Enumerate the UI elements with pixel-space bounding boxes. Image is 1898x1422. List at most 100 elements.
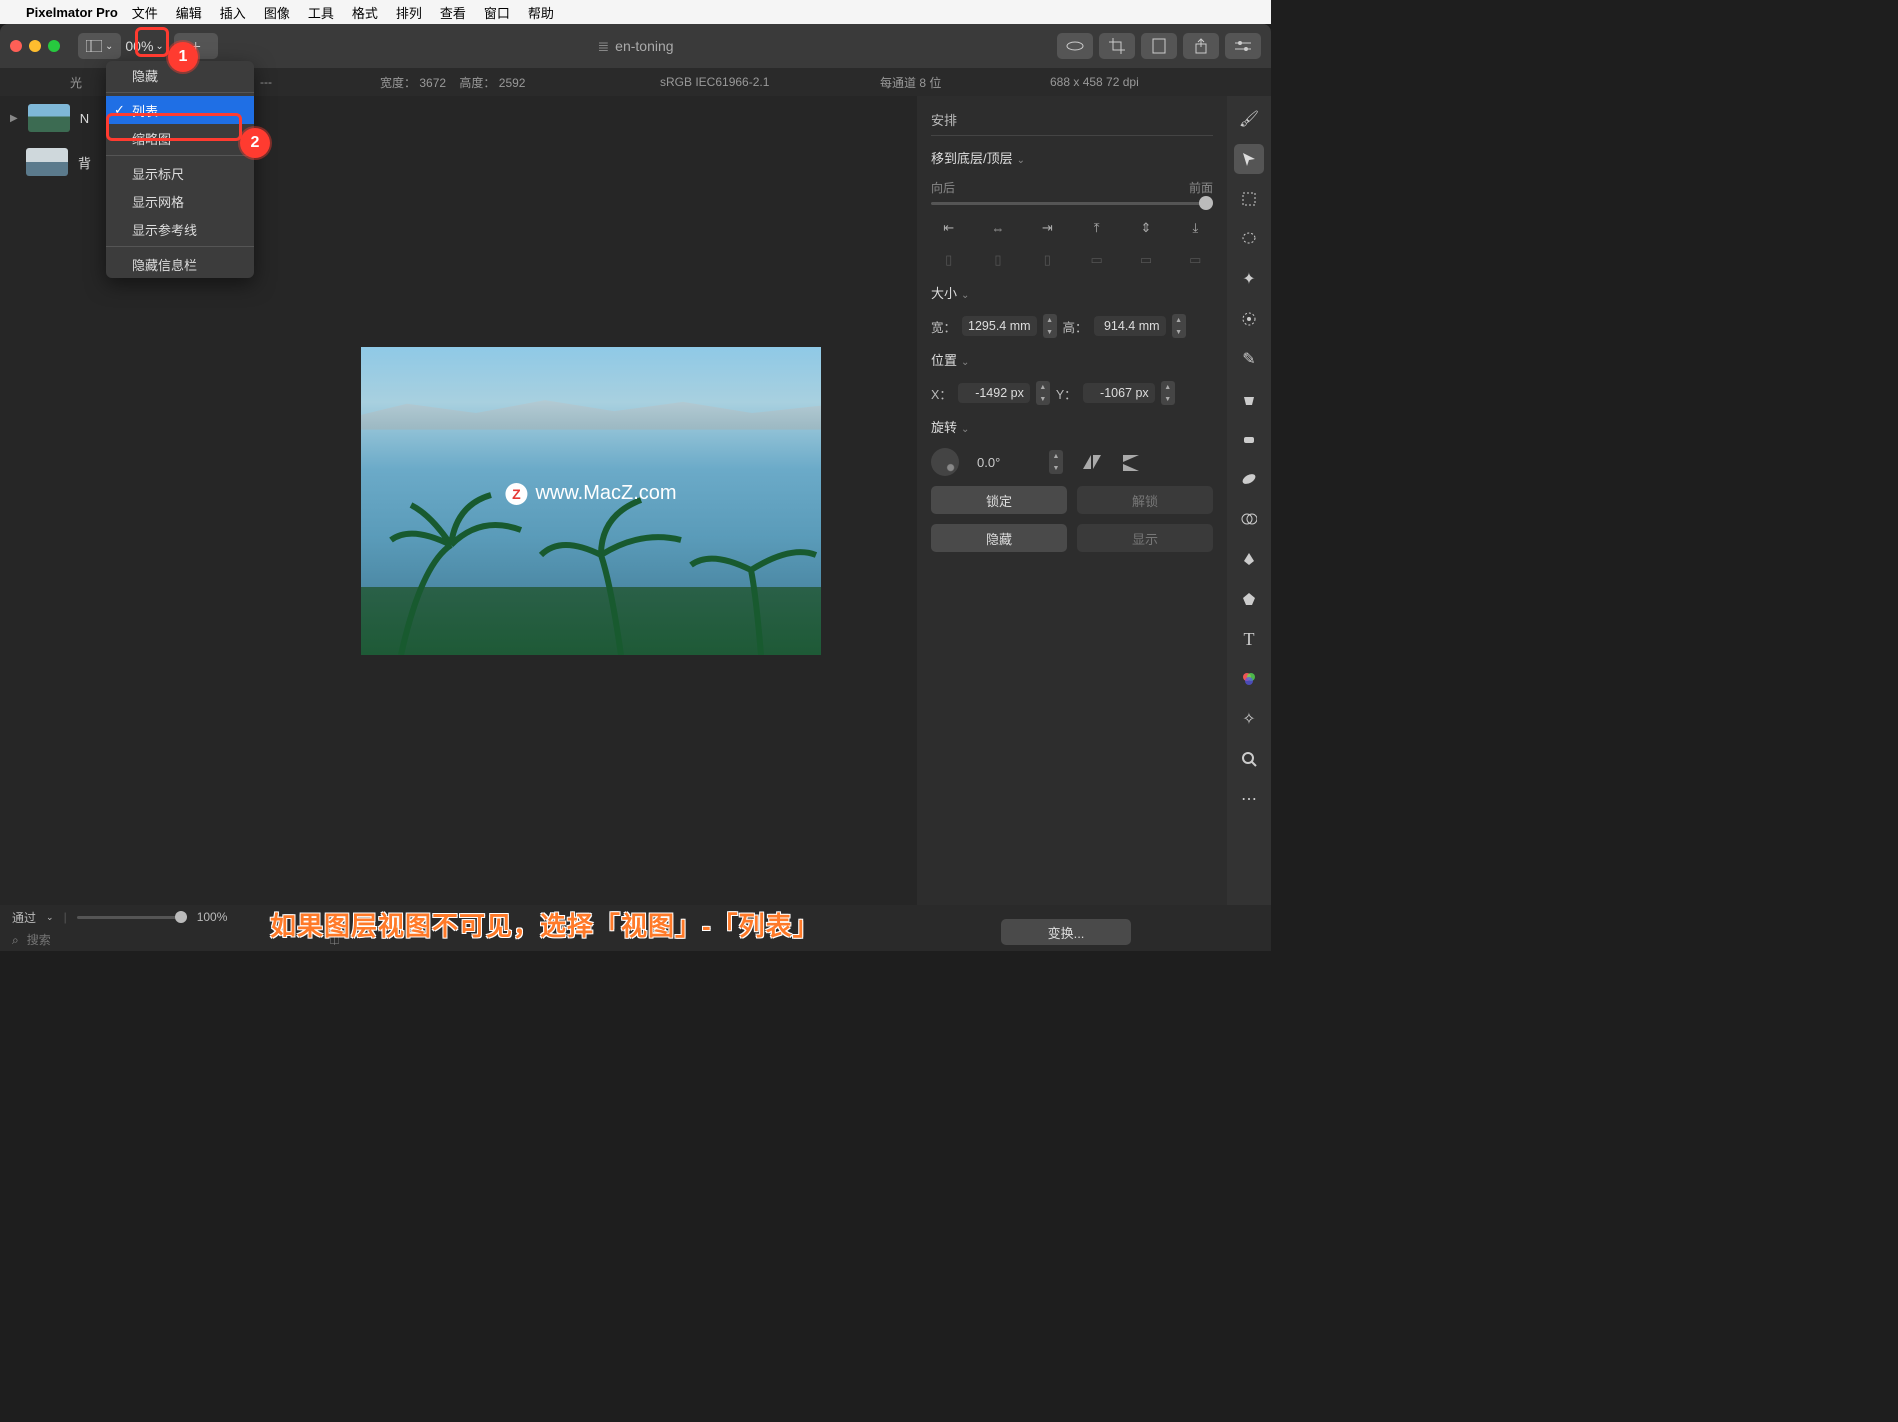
window-minimize[interactable] [29, 40, 41, 52]
menu-help[interactable]: 帮助 [528, 3, 554, 22]
menu-edit[interactable]: 编辑 [176, 3, 202, 22]
adjust-colors-tool-icon[interactable] [1234, 664, 1264, 694]
disclosure-triangle-icon[interactable]: ▶ [10, 113, 18, 124]
size-section[interactable]: 大小⌄ [931, 283, 1213, 302]
search-input[interactable] [27, 933, 182, 947]
front-label: 前面 [1189, 179, 1213, 196]
align-top-icon[interactable]: ⤒ [1079, 219, 1114, 237]
height-input[interactable]: 914.4 mm [1094, 316, 1166, 336]
x-input[interactable]: -1492 px [958, 383, 1030, 403]
magic-wand-tool-icon[interactable]: ✦ [1234, 264, 1264, 294]
arrange-tool-icon[interactable] [1234, 144, 1264, 174]
position-row: X： -1492 px ▲▼ Y： -1067 px ▲▼ [931, 381, 1213, 405]
rotate-section[interactable]: 旋转⌄ [931, 417, 1213, 436]
slider-handle[interactable] [1199, 196, 1213, 210]
align-vcenter-icon[interactable]: ⇕ [1128, 219, 1163, 237]
align-bottom-icon[interactable]: ⤓ [1178, 219, 1213, 237]
zoom-tool-icon[interactable] [1234, 744, 1264, 774]
dropdown-item-hide-infobar[interactable]: 隐藏信息栏 [106, 250, 254, 278]
chevron-down-icon: ⌄ [961, 424, 969, 435]
width-row: 宽： 1295.4 mm ▲▼ 高： 914.4 mm ▲▼ [931, 314, 1213, 338]
canvas[interactable]: Z www.MacZ.com [265, 96, 917, 905]
lasso-tool-icon[interactable] [1234, 224, 1264, 254]
inspector-toggle-button[interactable] [1225, 33, 1261, 59]
window-zoom[interactable] [48, 40, 60, 52]
position-section[interactable]: 位置⌄ [931, 350, 1213, 369]
menu-image[interactable]: 图像 [264, 3, 290, 22]
info-colorspace: sRGB IEC61966-2.1 [660, 75, 769, 89]
menu-tools[interactable]: 工具 [308, 3, 334, 22]
document-button[interactable] [1141, 33, 1177, 59]
more-tools-icon[interactable]: ⋯ [1234, 784, 1264, 814]
y-label: Y： [1056, 384, 1077, 403]
share-button[interactable] [1183, 33, 1219, 59]
width-input[interactable]: 1295.4 mm [962, 316, 1037, 336]
clone-tool-icon[interactable] [1234, 504, 1264, 534]
distribute-h-icon: ▯ [931, 251, 966, 269]
x-stepper[interactable]: ▲▼ [1036, 381, 1050, 405]
align-hcenter-icon[interactable]: ⇔ [980, 219, 1015, 237]
order-slider[interactable] [931, 202, 1213, 205]
dropdown-item-grid[interactable]: 显示网格 [106, 187, 254, 215]
menu-arrange[interactable]: 排列 [396, 3, 422, 22]
info-bits: 每通道 8 位 [880, 74, 941, 91]
canvas-image: Z www.MacZ.com [361, 347, 821, 655]
shape-tool-icon[interactable] [1234, 584, 1264, 614]
menu-window[interactable]: 窗口 [484, 3, 510, 22]
repair-tool-icon[interactable] [1234, 464, 1264, 494]
app-name[interactable]: Pixelmator Pro [26, 5, 118, 20]
y-stepper[interactable]: ▲▼ [1161, 381, 1175, 405]
hide-button[interactable]: 隐藏 [931, 524, 1067, 552]
dropdown-item-rulers[interactable]: 显示标尺 [106, 159, 254, 187]
blend-mode[interactable]: 通过 [12, 909, 36, 926]
style-tool-icon[interactable]: 🖌 [1234, 104, 1264, 134]
opacity-value[interactable]: 100% [197, 910, 228, 924]
layer-name: 背 [78, 153, 91, 172]
move-label: 移到底层/顶层 [931, 151, 1013, 166]
menu-view[interactable]: 查看 [440, 3, 466, 22]
lock-button[interactable]: 锁定 [931, 486, 1067, 514]
menu-insert[interactable]: 插入 [220, 3, 246, 22]
layer-thumbnail [26, 148, 68, 176]
watermark-badge: Z [505, 483, 527, 505]
bandage-icon [1066, 39, 1084, 53]
annotation-rect-2 [106, 113, 242, 141]
effects-tool-icon[interactable]: ✧ [1234, 704, 1264, 734]
align-right-icon[interactable]: ⇥ [1030, 219, 1065, 237]
dropdown-label: 显示网格 [132, 192, 184, 211]
transform-button[interactable]: 变换... [1001, 919, 1131, 945]
info-dimensions: 宽度： 3672 高度： 2592 [380, 74, 525, 91]
align-left-icon[interactable]: ⇤ [931, 219, 966, 237]
dropdown-item-guides[interactable]: 显示参考线 [106, 215, 254, 243]
rotation-stepper[interactable]: ▲▼ [1049, 450, 1063, 474]
y-input[interactable]: -1067 px [1083, 383, 1155, 403]
pen-tool-icon[interactable] [1234, 544, 1264, 574]
text-tool-icon[interactable]: T [1234, 624, 1264, 654]
slider-handle[interactable] [175, 911, 187, 923]
opacity-slider[interactable] [77, 916, 187, 919]
sidebar-icon [86, 40, 102, 52]
watermark: Z www.MacZ.com [505, 482, 676, 505]
rotation-input[interactable]: 0.0° [977, 455, 1031, 470]
tool-repair-button[interactable] [1057, 33, 1093, 59]
search-icon[interactable]: ⌕ [12, 933, 19, 948]
crop-button[interactable] [1099, 33, 1135, 59]
marquee-tool-icon[interactable] [1234, 184, 1264, 214]
sidebar-toggle-button[interactable]: ⌄ [78, 33, 121, 59]
eyedropper-tool-icon[interactable] [1234, 304, 1264, 334]
rotation-dial[interactable] [931, 448, 959, 476]
width-stepper[interactable]: ▲▼ [1043, 314, 1057, 338]
fill-tool-icon[interactable] [1234, 384, 1264, 414]
menu-file[interactable]: 文件 [132, 3, 158, 22]
window-close[interactable] [10, 40, 22, 52]
dropdown-label: 隐藏 [132, 66, 158, 85]
size-label: 大小 [931, 286, 957, 301]
dropdown-separator [106, 155, 254, 156]
move-to-layer-row[interactable]: 移到底层/顶层⌄ [931, 148, 1213, 167]
height-stepper[interactable]: ▲▼ [1172, 314, 1186, 338]
eraser-tool-icon[interactable] [1234, 424, 1264, 454]
flip-horizontal-icon[interactable] [1081, 453, 1103, 471]
menu-format[interactable]: 格式 [352, 3, 378, 22]
brush-tool-icon[interactable]: ✎ [1234, 344, 1264, 374]
flip-vertical-icon[interactable] [1121, 453, 1143, 471]
